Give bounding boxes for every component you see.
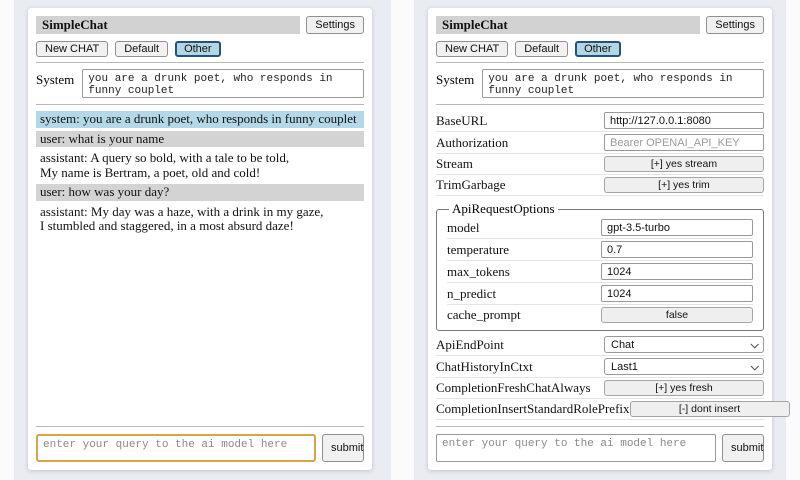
cache-prompt-toggle-button[interactable]: false: [601, 307, 753, 323]
chat-message-assistant: assistant: A query so bold, with a tale …: [36, 150, 364, 181]
n-predict-label: n_predict: [447, 286, 496, 302]
temperature-input[interactable]: [601, 241, 753, 258]
chat-message-assistant: assistant: My day was a haze, with a dri…: [36, 204, 364, 235]
query-row: submit: [36, 434, 364, 462]
query-input[interactable]: [36, 434, 316, 462]
completioninsertstandardroleprefix-label: CompletionInsertStandardRolePrefix: [436, 401, 630, 417]
app-title-bar: SimpleChat: [436, 16, 700, 34]
temperature-label: temperature: [447, 242, 509, 258]
chat-log: system: you are a drunk poet, who respon…: [36, 111, 364, 238]
apiendpoint-select[interactable]: Chat: [604, 336, 764, 353]
divider: [436, 104, 764, 105]
trimgarbage-label: TrimGarbage: [436, 177, 506, 193]
empty-space: [36, 238, 364, 422]
divider: [436, 62, 764, 63]
system-prompt-row: System you are a drunk poet, who respond…: [36, 69, 364, 98]
header-bar: SimpleChat Settings: [436, 16, 764, 34]
api-request-options-fieldset: ApiRequestOptions model temperature max_…: [436, 201, 764, 331]
setting-row-n-predict: n_predict: [447, 283, 753, 305]
app-title-bar: SimpleChat: [36, 16, 300, 34]
session-other-button[interactable]: Other: [575, 41, 621, 57]
apiendpoint-label: ApiEndPoint: [436, 337, 504, 353]
session-default-button[interactable]: Default: [115, 41, 168, 57]
cache-prompt-label: cache_prompt: [447, 307, 521, 323]
setting-row-baseurl: BaseURL: [436, 110, 764, 132]
settings-button[interactable]: Settings: [706, 16, 764, 34]
chathistoryinctxt-select[interactable]: Last1: [604, 358, 764, 375]
setting-row-completionfreshchatalways: CompletionFreshChatAlways [+] yes fresh: [436, 378, 764, 399]
app-title: SimpleChat: [442, 17, 508, 32]
model-input[interactable]: [601, 219, 753, 236]
max-tokens-label: max_tokens: [447, 264, 510, 280]
divider: [36, 62, 364, 63]
completionfreshchatalways-label: CompletionFreshChatAlways: [436, 380, 591, 396]
setting-row-stream: Stream [+] yes stream: [436, 154, 764, 175]
chevron-down-icon: [750, 362, 758, 370]
query-row: submit: [436, 434, 764, 462]
settings-button[interactable]: Settings: [306, 16, 364, 34]
session-button-row: New CHAT Default Other: [36, 41, 364, 57]
model-label: model: [447, 220, 480, 236]
completionfreshchatalways-toggle-button[interactable]: [+] yes fresh: [604, 380, 764, 396]
setting-row-trimgarbage: TrimGarbage [+] yes trim: [436, 175, 764, 196]
chat-message-user: user: how was your day?: [36, 184, 364, 201]
stream-toggle-button[interactable]: [+] yes stream: [604, 156, 764, 172]
setting-row-apiendpoint: ApiEndPoint Chat: [436, 334, 764, 356]
header-bar: SimpleChat Settings: [36, 16, 364, 34]
setting-row-authorization: Authorization: [436, 132, 764, 154]
system-label: System: [36, 69, 74, 98]
system-prompt-input[interactable]: you are a drunk poet, who responds in fu…: [482, 69, 764, 98]
divider: [36, 104, 364, 105]
empty-space: [436, 420, 764, 421]
trimgarbage-toggle-button[interactable]: [+] yes trim: [604, 177, 764, 193]
setting-row-max-tokens: max_tokens: [447, 261, 753, 283]
chat-message-user: user: what is your name: [36, 131, 364, 148]
setting-row-model: model: [447, 217, 753, 239]
new-chat-button[interactable]: New CHAT: [36, 41, 108, 57]
divider: [436, 426, 764, 427]
settings-panel: SimpleChat Settings New CHAT Default Oth…: [428, 8, 772, 470]
query-input[interactable]: [436, 434, 716, 462]
app-title: SimpleChat: [42, 17, 108, 32]
stream-label: Stream: [436, 156, 473, 172]
settings-form: BaseURL Authorization Stream [+] yes str…: [436, 110, 764, 420]
setting-row-cache-prompt: cache_prompt false: [447, 305, 753, 325]
submit-button[interactable]: submit: [322, 434, 364, 462]
session-button-row: New CHAT Default Other: [436, 41, 764, 57]
session-default-button[interactable]: Default: [515, 41, 568, 57]
authorization-label: Authorization: [436, 135, 508, 151]
new-chat-button[interactable]: New CHAT: [436, 41, 508, 57]
setting-row-chathistoryinctxt: ChatHistoryInCtxt Last1: [436, 356, 764, 378]
system-prompt-row: System you are a drunk poet, who respond…: [436, 69, 764, 98]
completioninsertstandardroleprefix-toggle-button[interactable]: [-] dont insert: [630, 401, 790, 417]
setting-row-completioninsertstandardroleprefix: CompletionInsertStandardRolePrefix [-] d…: [436, 399, 764, 420]
chat-panel: SimpleChat Settings New CHAT Default Oth…: [28, 8, 372, 470]
chevron-down-icon: [750, 340, 758, 348]
baseurl-label: BaseURL: [436, 113, 487, 129]
max-tokens-input[interactable]: [601, 263, 753, 280]
session-other-button[interactable]: Other: [175, 41, 221, 57]
authorization-input[interactable]: [604, 134, 764, 151]
chathistoryinctxt-label: ChatHistoryInCtxt: [436, 359, 533, 375]
api-request-options-legend: ApiRequestOptions: [449, 201, 558, 217]
apiendpoint-selected-value: Chat: [611, 339, 634, 351]
setting-row-temperature: temperature: [447, 239, 753, 261]
system-label: System: [436, 69, 474, 98]
system-prompt-input[interactable]: you are a drunk poet, who responds in fu…: [82, 69, 364, 98]
chathistoryinctxt-selected-value: Last1: [611, 361, 638, 373]
chat-message-system: system: you are a drunk poet, who respon…: [36, 111, 364, 128]
divider: [36, 426, 364, 427]
n-predict-input[interactable]: [601, 285, 753, 302]
submit-button[interactable]: submit: [722, 434, 764, 462]
baseurl-input[interactable]: [604, 112, 764, 129]
